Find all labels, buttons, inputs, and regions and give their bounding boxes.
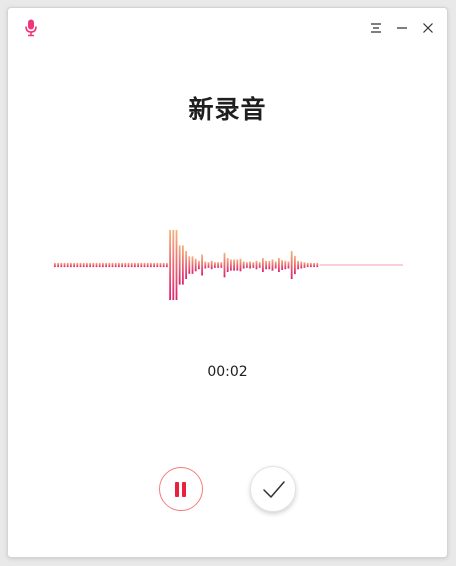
waveform-bar <box>143 262 146 268</box>
microphone-icon <box>25 19 37 37</box>
waveform-bar <box>95 262 98 268</box>
waveform-bar <box>271 259 274 271</box>
waveform-bar <box>114 262 117 268</box>
finish-recording-button[interactable] <box>250 466 296 512</box>
waveform-bar <box>153 262 155 268</box>
waveform-bar <box>121 262 123 268</box>
waveform-bar <box>252 262 255 268</box>
waveform-bar <box>258 262 261 268</box>
waveform-bar <box>226 258 229 272</box>
elapsed-time: 00:02 <box>207 364 248 380</box>
waveform-bar <box>108 262 111 268</box>
waveform-bar <box>274 261 277 269</box>
waveform-bar <box>79 262 82 268</box>
waveform-bar <box>278 258 280 272</box>
pause-button[interactable] <box>159 467 203 511</box>
waveform-bar <box>249 261 251 269</box>
waveform-bar <box>70 262 72 268</box>
waveform-bar <box>118 262 120 268</box>
waveform-bar <box>214 262 216 268</box>
waveform-bar <box>111 262 114 268</box>
waveform-bar <box>204 261 207 269</box>
recording-title: 新录音 <box>188 95 267 124</box>
waveform-bar <box>239 258 242 272</box>
minimize-icon <box>397 27 407 29</box>
waveform-bar <box>191 256 194 274</box>
waveform-bar <box>175 230 178 300</box>
waveform-bar <box>105 262 107 268</box>
waveform-bar <box>188 256 191 274</box>
waveform-bar <box>268 260 271 270</box>
waveform-bar <box>156 262 159 268</box>
waveform-bar <box>303 262 306 268</box>
waveform-bar <box>230 259 232 271</box>
waveform-bar <box>281 260 283 270</box>
menu-button[interactable] <box>366 18 386 38</box>
waveform-bar <box>201 254 203 276</box>
waveform-bar <box>262 258 264 272</box>
waveform-bar <box>130 262 133 268</box>
close-button[interactable] <box>418 18 438 38</box>
waveform-bar <box>185 251 187 279</box>
waveform-bar <box>236 259 239 271</box>
waveform-bar <box>127 262 130 268</box>
waveform-bar <box>255 260 258 270</box>
waveform-bar <box>169 230 171 300</box>
waveform-bar <box>242 261 245 269</box>
waveform-bar <box>150 262 152 268</box>
waveform-bar <box>137 262 139 268</box>
waveform-bar <box>140 262 143 268</box>
waveform-bar <box>284 260 287 270</box>
waveform-bar <box>310 262 312 268</box>
waveform-bar <box>182 245 184 285</box>
waveform-bar <box>210 260 213 270</box>
waveform-bar <box>313 262 315 268</box>
waveform-bar <box>306 262 309 268</box>
checkmark-icon <box>263 481 285 498</box>
waveform-bar <box>63 262 66 268</box>
waveform-bar <box>297 260 299 270</box>
waveform-bar <box>198 260 200 270</box>
waveform-bar <box>124 262 127 268</box>
waveform-bar <box>134 262 136 268</box>
waveform-bar <box>166 262 168 268</box>
waveform-bar <box>76 262 79 268</box>
waveform-bar <box>92 262 95 268</box>
waveform-bar <box>300 261 303 269</box>
minimize-button[interactable] <box>392 18 412 38</box>
close-icon <box>423 23 433 33</box>
waveform-bar <box>98 262 101 268</box>
waveform-bar <box>217 262 219 268</box>
waveform-bar <box>178 245 181 285</box>
waveform-bar <box>86 262 88 268</box>
waveform-bar <box>89 262 91 268</box>
waveform-bar <box>220 262 223 268</box>
waveform-bar <box>265 260 267 270</box>
waveform-bar <box>57 262 59 268</box>
waveform-bar <box>66 262 69 268</box>
waveform-bar <box>207 262 210 268</box>
waveform-bar <box>146 262 149 268</box>
waveform-bar <box>162 262 165 268</box>
waveform-bar <box>246 262 248 268</box>
waveform-bar <box>73 262 75 268</box>
waveform-bar <box>194 258 197 272</box>
waveform-bar <box>233 259 235 271</box>
waveform-bar <box>290 251 293 279</box>
titlebar <box>8 8 447 48</box>
waveform-bar <box>287 261 290 269</box>
waveform-bar <box>54 262 56 268</box>
menu-icon <box>371 23 381 33</box>
waveform-bar <box>316 262 319 268</box>
waveform-bar <box>294 255 296 275</box>
waveform-bar <box>172 230 175 300</box>
waveform-bar <box>82 262 85 268</box>
waveform-bar <box>60 262 63 268</box>
waveform-bar <box>223 252 226 278</box>
recorder-window: 新录音 00:02 <box>7 7 448 558</box>
waveform-bar <box>102 262 104 268</box>
waveform-bar <box>159 262 162 268</box>
